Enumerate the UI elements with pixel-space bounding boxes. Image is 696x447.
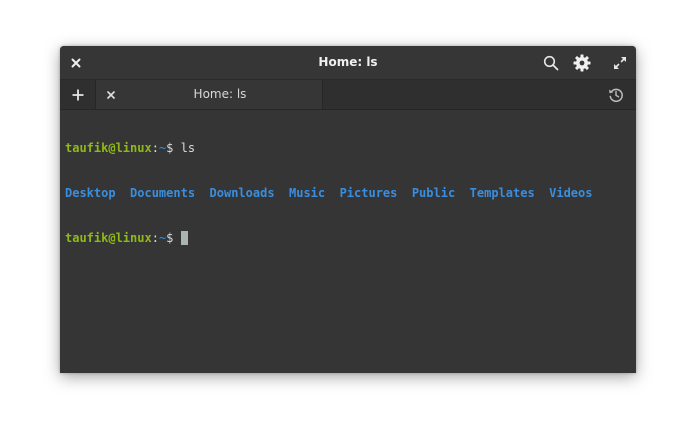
- dir-entry: Desktop: [65, 186, 116, 200]
- dir-entry: Music: [289, 186, 326, 200]
- gear-icon[interactable]: [571, 46, 593, 79]
- dir-entry: Pictures: [339, 186, 398, 200]
- tab-bar: Home: ls: [60, 80, 636, 110]
- terminal-window: Home: ls Home: ls taufik@linux:~$ ls Des…: [60, 46, 636, 373]
- tab-home[interactable]: Home: ls: [96, 80, 323, 109]
- dir-entry: Downloads: [209, 186, 275, 200]
- prompt-separator: :: [151, 141, 159, 155]
- title-bar: Home: ls: [60, 46, 636, 80]
- prompt-user-host: taufik@linux: [65, 231, 152, 245]
- maximize-icon-glyph: [614, 56, 626, 69]
- text-cursor: [180, 231, 188, 245]
- new-tab-button[interactable]: [60, 80, 96, 109]
- gear-icon-glyph: [573, 54, 591, 71]
- dir-entry: Videos: [549, 186, 593, 200]
- search-icon[interactable]: [541, 46, 561, 79]
- history-icon: [609, 88, 623, 102]
- search-icon-glyph: [543, 55, 559, 70]
- maximize-icon[interactable]: [610, 46, 630, 79]
- tab-close-button[interactable]: [104, 80, 118, 109]
- dir-entry: Documents: [130, 186, 196, 200]
- dir-entry: Templates: [469, 186, 535, 200]
- plus-icon: [72, 89, 83, 100]
- command-line: taufik@linux:~$ ls: [65, 141, 631, 156]
- prompt-line: taufik@linux:~$: [65, 231, 631, 246]
- history-button[interactable]: [606, 80, 626, 109]
- command-text: ls: [180, 141, 196, 155]
- close-icon: [107, 90, 115, 99]
- prompt-separator: :: [151, 231, 159, 245]
- prompt-symbol: $: [166, 141, 181, 155]
- prompt-symbol: $: [166, 231, 181, 245]
- dir-entry: Public: [411, 186, 456, 200]
- tab-label: Home: ls: [193, 87, 247, 101]
- prompt-user-host: taufik@linux: [65, 141, 152, 155]
- ls-output: Desktop Documents Downloads Music Pictur…: [65, 186, 631, 201]
- terminal-output[interactable]: taufik@linux:~$ ls Desktop Documents Dow…: [65, 111, 631, 369]
